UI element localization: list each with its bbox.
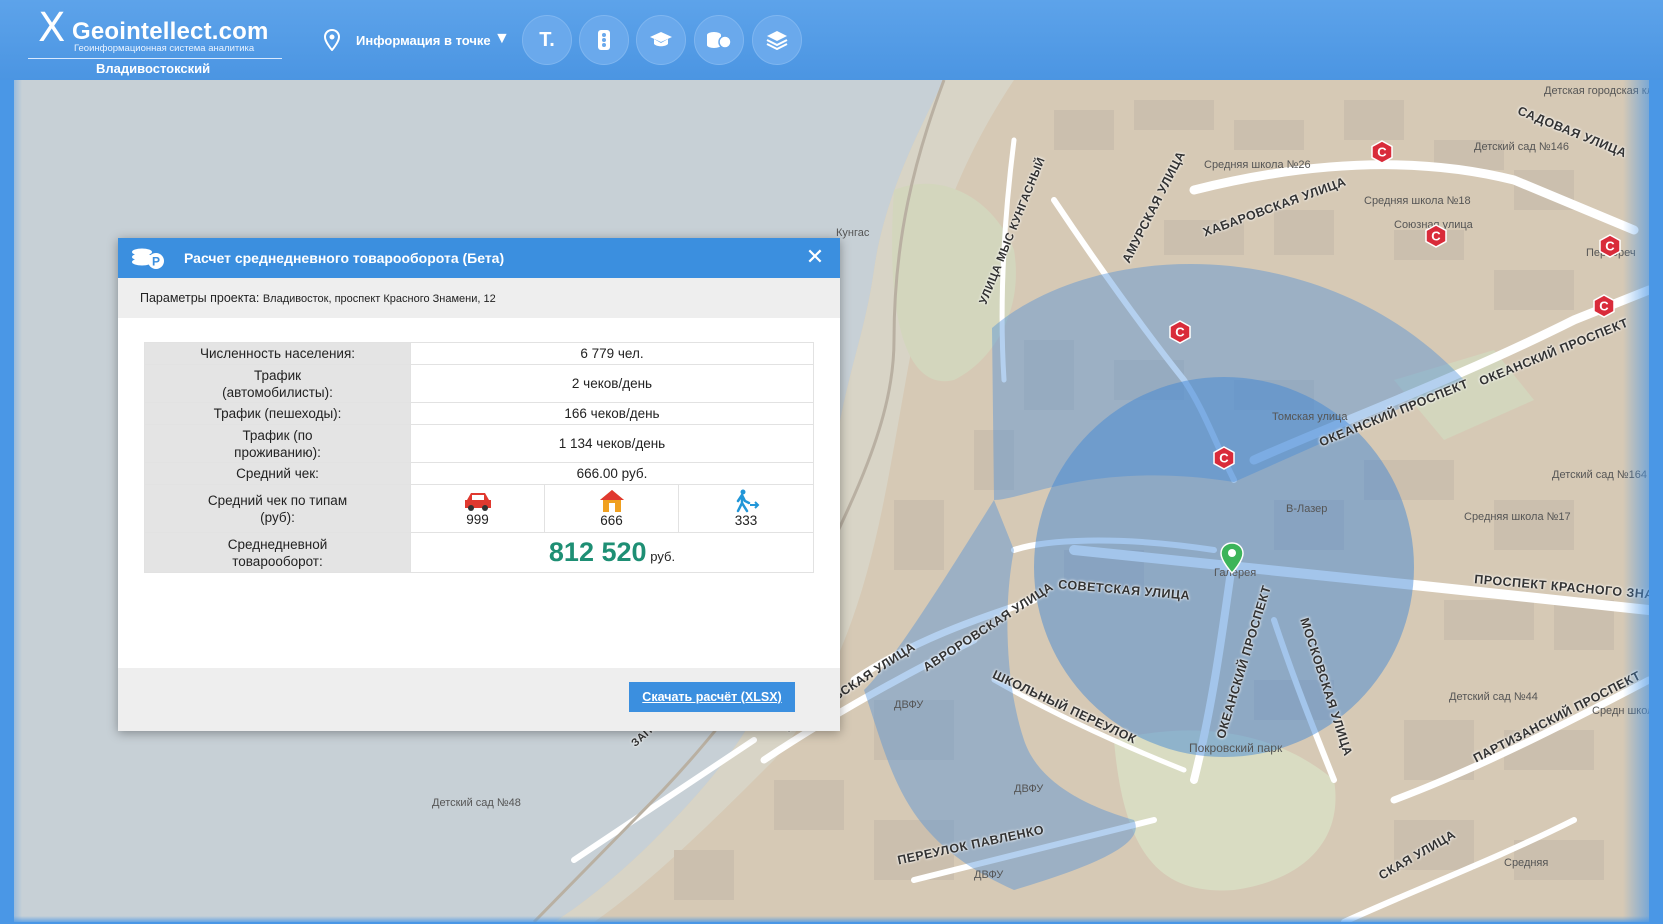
table-row: Трафик (автомобилисты): 2 чеков/день [144,364,814,403]
turnover-unit: руб. [650,549,676,564]
row-label: Трафик (автомобилисты): [144,364,411,403]
logo[interactable]: Χ Geointellect.com Геоинформационная сис… [28,5,290,76]
avg-home-cell: 666 [544,484,679,533]
table-row: Средний чек по типам (руб): 999 666 333 [144,484,814,533]
store-marker-icon[interactable]: C [1598,234,1622,258]
dialog-footer: Скачать расчёт (XLSX) [118,668,840,731]
pedestrian-icon [736,489,760,513]
store-marker-icon[interactable]: C [1168,320,1192,344]
text-tool-icon: T. [539,28,555,51]
house-icon [599,490,624,512]
coins-ruble-icon: Р [132,248,164,269]
selected-point-pin-icon[interactable] [1220,542,1244,574]
avg-car-cell: 999 [410,484,545,533]
turnover-button[interactable] [694,15,744,65]
text-tool-button[interactable]: T. [522,15,572,65]
logo-figure-icon: Χ [38,5,66,51]
region-name: Владивостокский [96,61,211,76]
graduation-cap-icon [650,32,672,47]
avg-pedestrian-value: 333 [734,513,758,528]
svg-text:C: C [1599,299,1609,314]
svg-text:C: C [1175,325,1185,340]
map-label-place: ДВФУ [1014,783,1044,795]
coins-icon [707,32,732,49]
row-value: 166 чеков/день [410,402,814,425]
app-window: Кунгас Детская городская клиническая бол… [0,0,1663,924]
store-marker-icon[interactable]: C [1370,140,1394,164]
map-label-place: Детский сад №44 [1449,691,1538,703]
logo-subtitle: Геоинформационная система аналитика [74,43,255,54]
row-label: Трафик (пешеходы): [144,402,411,425]
map-label-place: Средн школ [1592,705,1649,717]
map-label-place: Средняя школа №26 [1204,159,1311,171]
traffic-light-icon [598,30,610,50]
svg-text:C: C [1219,451,1229,466]
info-mode-dropdown[interactable]: Информация в точке [356,33,491,48]
row-label: Трафик (по проживанию): [144,424,411,463]
map-label-place: Детская городская клиническая больница №… [1544,85,1649,97]
store-marker-icon[interactable]: C [1424,224,1448,248]
map-label-place: ДВФУ [894,699,924,711]
top-toolbar: Χ Geointellect.com Геоинформационная сис… [0,0,1663,80]
map-label-place: Томская улица [1272,411,1348,423]
row-value: 2 чеков/день [410,364,814,403]
map-label-place: Детский сад №164 [1552,469,1648,481]
car-icon [464,493,491,511]
table-row: Средний чек: 666.00 руб. [144,462,814,485]
svg-text:C: C [1605,239,1615,254]
params-value: Владивосток, проспект Красного Знамени, … [262,293,496,305]
table-row: Численность населения: 6 779 чел. [144,342,814,365]
close-icon[interactable]: ✕ [804,246,826,268]
download-xlsx-button[interactable]: Скачать расчёт (XLSX) [629,682,795,712]
svg-text:Р: Р [152,255,160,269]
layers-button[interactable] [752,15,802,65]
row-value: 1 134 чеков/день [410,424,814,463]
logo-divider [28,58,282,59]
location-pin-icon[interactable] [324,29,340,51]
row-label: Среднедневной товарооборот: [144,532,411,573]
turnover-dialog: Р Расчет среднедневного товарооборота (Б… [118,238,840,731]
map-label-place: В-Лазер [1286,503,1328,515]
svg-text:C: C [1377,145,1387,160]
project-params: Параметры проекта: Владивосток, проспект… [118,278,840,318]
map-label-place: Средняя [1504,857,1549,869]
map-label-place: Кунгас [836,227,870,239]
logo-name: Geointellect.com [72,18,269,45]
dialog-title: Расчет среднедневного товарооборота (Бет… [184,250,505,266]
table-row: Среднедневной товарооборот: 812 520 руб. [144,532,814,573]
education-button[interactable] [636,15,686,65]
row-label: Численность населения: [144,342,411,365]
dialog-header: Р Расчет среднедневного товарооборота (Б… [118,238,840,278]
row-value: 666.00 руб. [410,462,814,485]
table-row: Трафик (пешеходы): 166 чеков/день [144,402,814,425]
map-label-place: Детский сад №146 [1474,141,1570,153]
traffic-button[interactable] [579,15,629,65]
row-label: Средний чек: [144,462,411,485]
map-label-place: ДВФУ [974,869,1004,881]
map-label-place: Средняя школа №17 [1464,511,1571,523]
avg-pedestrian-cell: 333 [678,484,814,533]
turnover-value: 812 520 [548,537,647,567]
turnover-cell: 812 520 руб. [410,532,814,573]
svg-text:C: C [1431,229,1441,244]
row-value: 6 779 чел. [410,342,814,365]
turnover-table: Численность населения: 6 779 чел. Трафик… [144,342,814,573]
avg-home-value: 666 [600,513,623,528]
store-marker-icon[interactable]: C [1592,294,1616,318]
caret-down-icon[interactable]: ▼ [494,30,510,48]
map-label-park: Покровский парк [1189,741,1283,755]
row-label: Средний чек по типам (руб): [144,484,411,533]
store-marker-icon[interactable]: C [1212,446,1236,470]
layers-icon [766,31,788,50]
params-label: Параметры проекта: [140,291,260,305]
avg-car-value: 999 [466,512,489,527]
table-row: Трафик (по проживанию): 1 134 чеков/день [144,424,814,463]
map-label-place: Средняя школа №18 [1364,195,1471,207]
map-label-place: Детский сад №48 [432,797,521,809]
